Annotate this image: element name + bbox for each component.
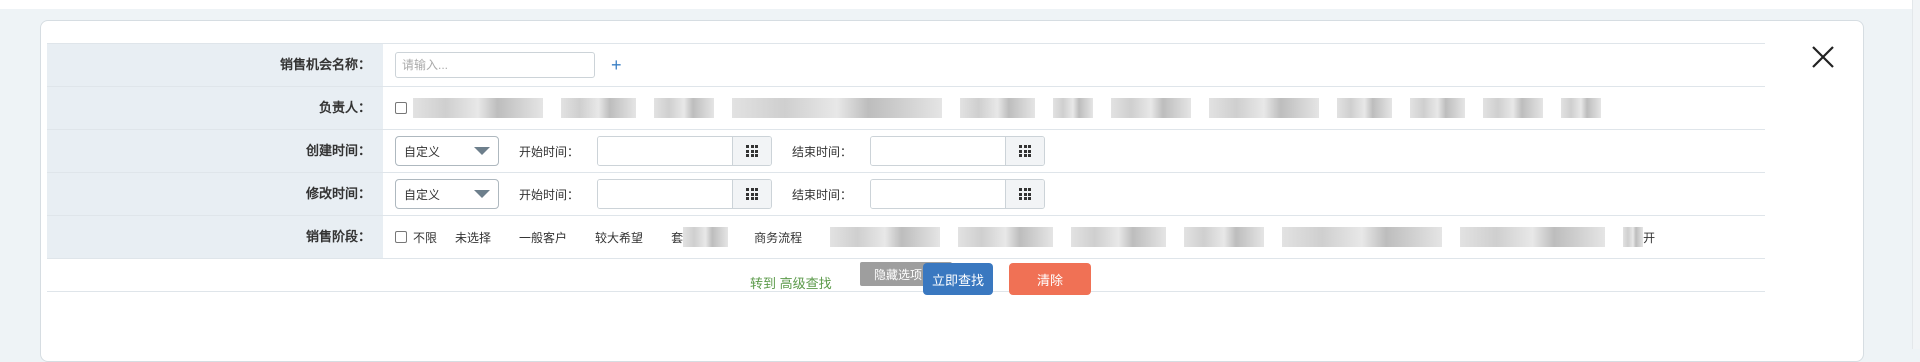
calendar-grid-icon[interactable] [1006, 180, 1045, 208]
stage-options: 不限 未选择 一般客户 较大希望 套 商务流程 开 [395, 216, 1655, 258]
redacted-block [1111, 98, 1191, 118]
stage-option[interactable]: 一般客户 [519, 229, 567, 246]
created-end-input[interactable] [871, 137, 1007, 165]
row-label: 修改时间： [47, 173, 383, 215]
owner-options [395, 87, 1619, 129]
scrollbar-track[interactable] [1912, 0, 1920, 349]
row-label: 负责人： [47, 87, 383, 129]
redacted-block [1053, 98, 1093, 118]
row-label: 销售机会名称： [47, 44, 383, 86]
owner-checkbox[interactable] [395, 102, 407, 114]
calendar-grid-icon[interactable] [733, 137, 772, 165]
created-start-input[interactable] [598, 137, 734, 165]
chevron-down-icon [474, 147, 490, 155]
redacted-block [830, 227, 941, 247]
redacted-block [732, 98, 942, 118]
modified-end-input[interactable] [871, 180, 1007, 208]
top-strip [0, 0, 1920, 9]
redacted-block [960, 98, 1035, 118]
redacted-block [1282, 227, 1443, 247]
redacted-block [1071, 227, 1167, 247]
stage-option[interactable]: 商务流程 [754, 229, 802, 246]
modified-start-input[interactable] [598, 180, 734, 208]
search-form: 销售机会名称： + 负责人： 创建时间： 自定义 [47, 43, 1765, 292]
plus-icon[interactable]: + [611, 56, 622, 74]
redacted-block [683, 227, 729, 247]
row-created-time: 创建时间： 自定义 开始时间： 结束时间： [47, 130, 1765, 173]
row-opportunity-name: 销售机会名称： + [47, 43, 1765, 87]
chevron-down-icon [474, 190, 490, 198]
redacted-block [1209, 98, 1319, 118]
redacted-block [1483, 98, 1543, 118]
redacted-block [413, 98, 543, 118]
advanced-search-link[interactable]: 转到 高级查找 [750, 273, 832, 292]
stage-option[interactable]: 开 [1643, 229, 1655, 246]
redacted-block [1410, 98, 1465, 118]
modified-range-select[interactable]: 自定义 [395, 179, 499, 209]
redacted-block [654, 98, 714, 118]
close-icon[interactable] [1808, 42, 1838, 72]
redacted-block [1623, 227, 1644, 247]
modified-start-date [597, 179, 773, 209]
action-bar: 转到 高级查找 立即查找 清除 [47, 263, 1765, 303]
opportunity-name-input[interactable] [395, 52, 595, 78]
redacted-block [1337, 98, 1392, 118]
redacted-block [1561, 98, 1601, 118]
stage-option[interactable]: 未选择 [455, 229, 491, 246]
redacted-block [1184, 227, 1265, 247]
row-owner: 负责人： [47, 87, 1765, 130]
clear-button[interactable]: 清除 [1009, 263, 1091, 295]
row-modified-time: 修改时间： 自定义 开始时间： 结束时间： [47, 173, 1765, 216]
row-sales-stage: 销售阶段： 不限 未选择 一般客户 较大希望 套 商务流程 开 [47, 216, 1765, 259]
stage-option[interactable]: 较大希望 [595, 229, 643, 246]
stage-option[interactable]: 不限 [413, 229, 437, 246]
calendar-grid-icon[interactable] [733, 180, 772, 208]
stage-checkbox[interactable] [395, 231, 407, 243]
stage-option[interactable]: 套 [671, 229, 683, 246]
redacted-block [1460, 227, 1606, 247]
row-label: 创建时间： [47, 130, 383, 172]
modified-end-date [870, 179, 1046, 209]
redacted-block [561, 98, 636, 118]
redacted-block [958, 227, 1054, 247]
calendar-grid-icon[interactable] [1006, 137, 1045, 165]
row-label: 销售阶段： [47, 216, 383, 258]
search-button[interactable]: 立即查找 [923, 263, 993, 295]
created-range-select[interactable]: 自定义 [395, 136, 499, 166]
created-start-date [597, 136, 773, 166]
created-end-date [870, 136, 1046, 166]
